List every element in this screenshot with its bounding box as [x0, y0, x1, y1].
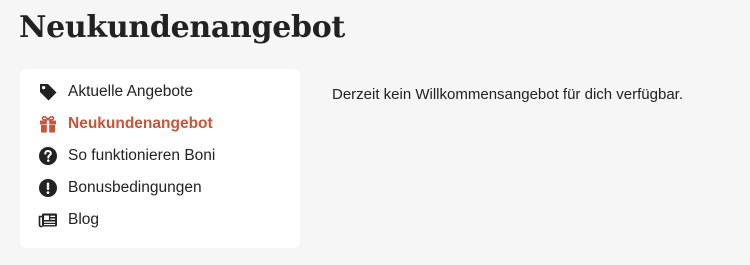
- tag-icon: [38, 82, 60, 102]
- sidebar-menu: Aktuelle Angebote Neukundenangebot So fu…: [20, 69, 300, 248]
- newspaper-icon: [38, 210, 60, 230]
- sidebar-item-label: Blog: [68, 211, 100, 228]
- sidebar-item-so-funktionieren-boni[interactable]: So funktionieren Boni: [20, 140, 300, 172]
- sidebar-item-aktuelle-angebote[interactable]: Aktuelle Angebote: [20, 76, 300, 108]
- sidebar-item-neukundenangebot[interactable]: Neukundenangebot: [20, 108, 300, 140]
- no-offer-message: Derzeit kein Willkommensangebot für dich…: [332, 86, 683, 103]
- sidebar-item-label: Neukundenangebot: [68, 115, 213, 132]
- exclamation-circle-icon: [38, 178, 60, 198]
- gift-icon: [38, 114, 60, 134]
- page-title: Neukundenangebot: [19, 10, 345, 45]
- sidebar-item-label: Aktuelle Angebote: [68, 83, 193, 100]
- sidebar-item-bonusbedingungen[interactable]: Bonusbedingungen: [20, 172, 300, 204]
- sidebar-item-label: Bonusbedingungen: [68, 179, 202, 196]
- sidebar-item-label: So funktionieren Boni: [68, 147, 216, 164]
- sidebar-item-blog[interactable]: Blog: [20, 204, 300, 236]
- question-circle-icon: [38, 146, 60, 166]
